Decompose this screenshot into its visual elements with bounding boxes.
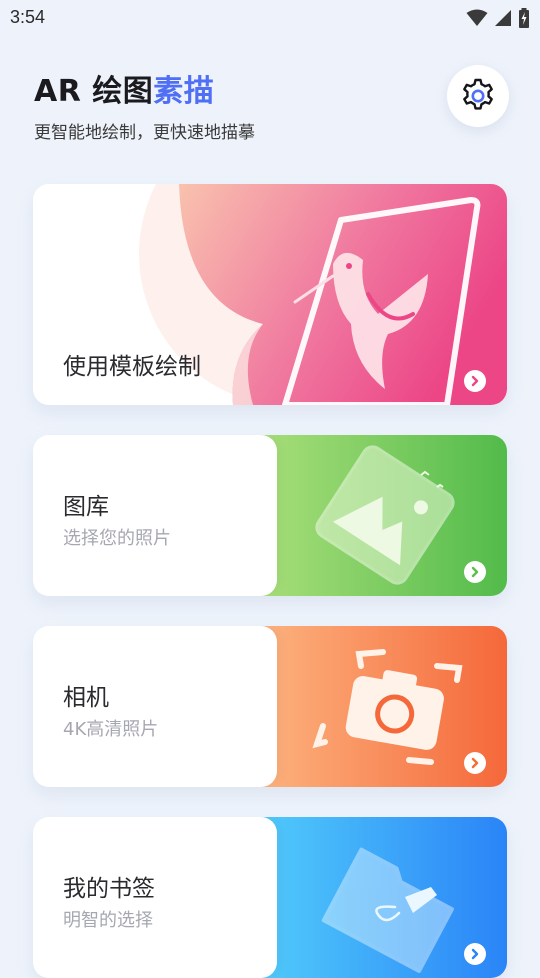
bookmarks-sublabel: 明智的选择 [63, 910, 153, 931]
wifi-icon [466, 9, 488, 26]
gallery-label: 图库 [63, 494, 109, 520]
chevron-right-icon[interactable] [464, 752, 486, 774]
app-subtitle: 更智能地绘制，更快速地描摹 [34, 123, 255, 143]
battery-icon [519, 8, 529, 28]
chevron-right-icon[interactable] [464, 370, 486, 392]
status-bar: 3:54 [0, 0, 540, 38]
camera-label: 相机 [63, 685, 109, 711]
template-drawing-card[interactable]: 使用模板绘制 [33, 184, 507, 405]
status-time: 3:54 [10, 7, 46, 27]
app-title-main: AR 绘图 [34, 74, 154, 109]
bookmarks-label: 我的书签 [63, 876, 155, 902]
app-title-accent: 素描 [153, 74, 215, 109]
signal-icon [495, 10, 511, 26]
settings-button[interactable] [447, 65, 509, 127]
app-header: AR 绘图素描 更智能地绘制，更快速地描摹 [34, 66, 255, 143]
chevron-right-icon[interactable] [464, 943, 486, 965]
template-drawing-label: 使用模板绘制 [63, 354, 201, 380]
gallery-card[interactable]: 图库 选择您的照片 [33, 435, 507, 596]
status-icons [466, 8, 530, 28]
app-title: AR 绘图素描 [34, 66, 255, 110]
chevron-right-icon[interactable] [464, 561, 486, 583]
camera-card[interactable]: 相机 4K高清照片 [33, 626, 507, 787]
gallery-sublabel: 选择您的照片 [63, 528, 171, 549]
camera-sublabel: 4K高清照片 [63, 719, 159, 740]
gear-icon [463, 78, 493, 110]
bookmarks-card[interactable]: 我的书签 明智的选择 [33, 817, 507, 978]
